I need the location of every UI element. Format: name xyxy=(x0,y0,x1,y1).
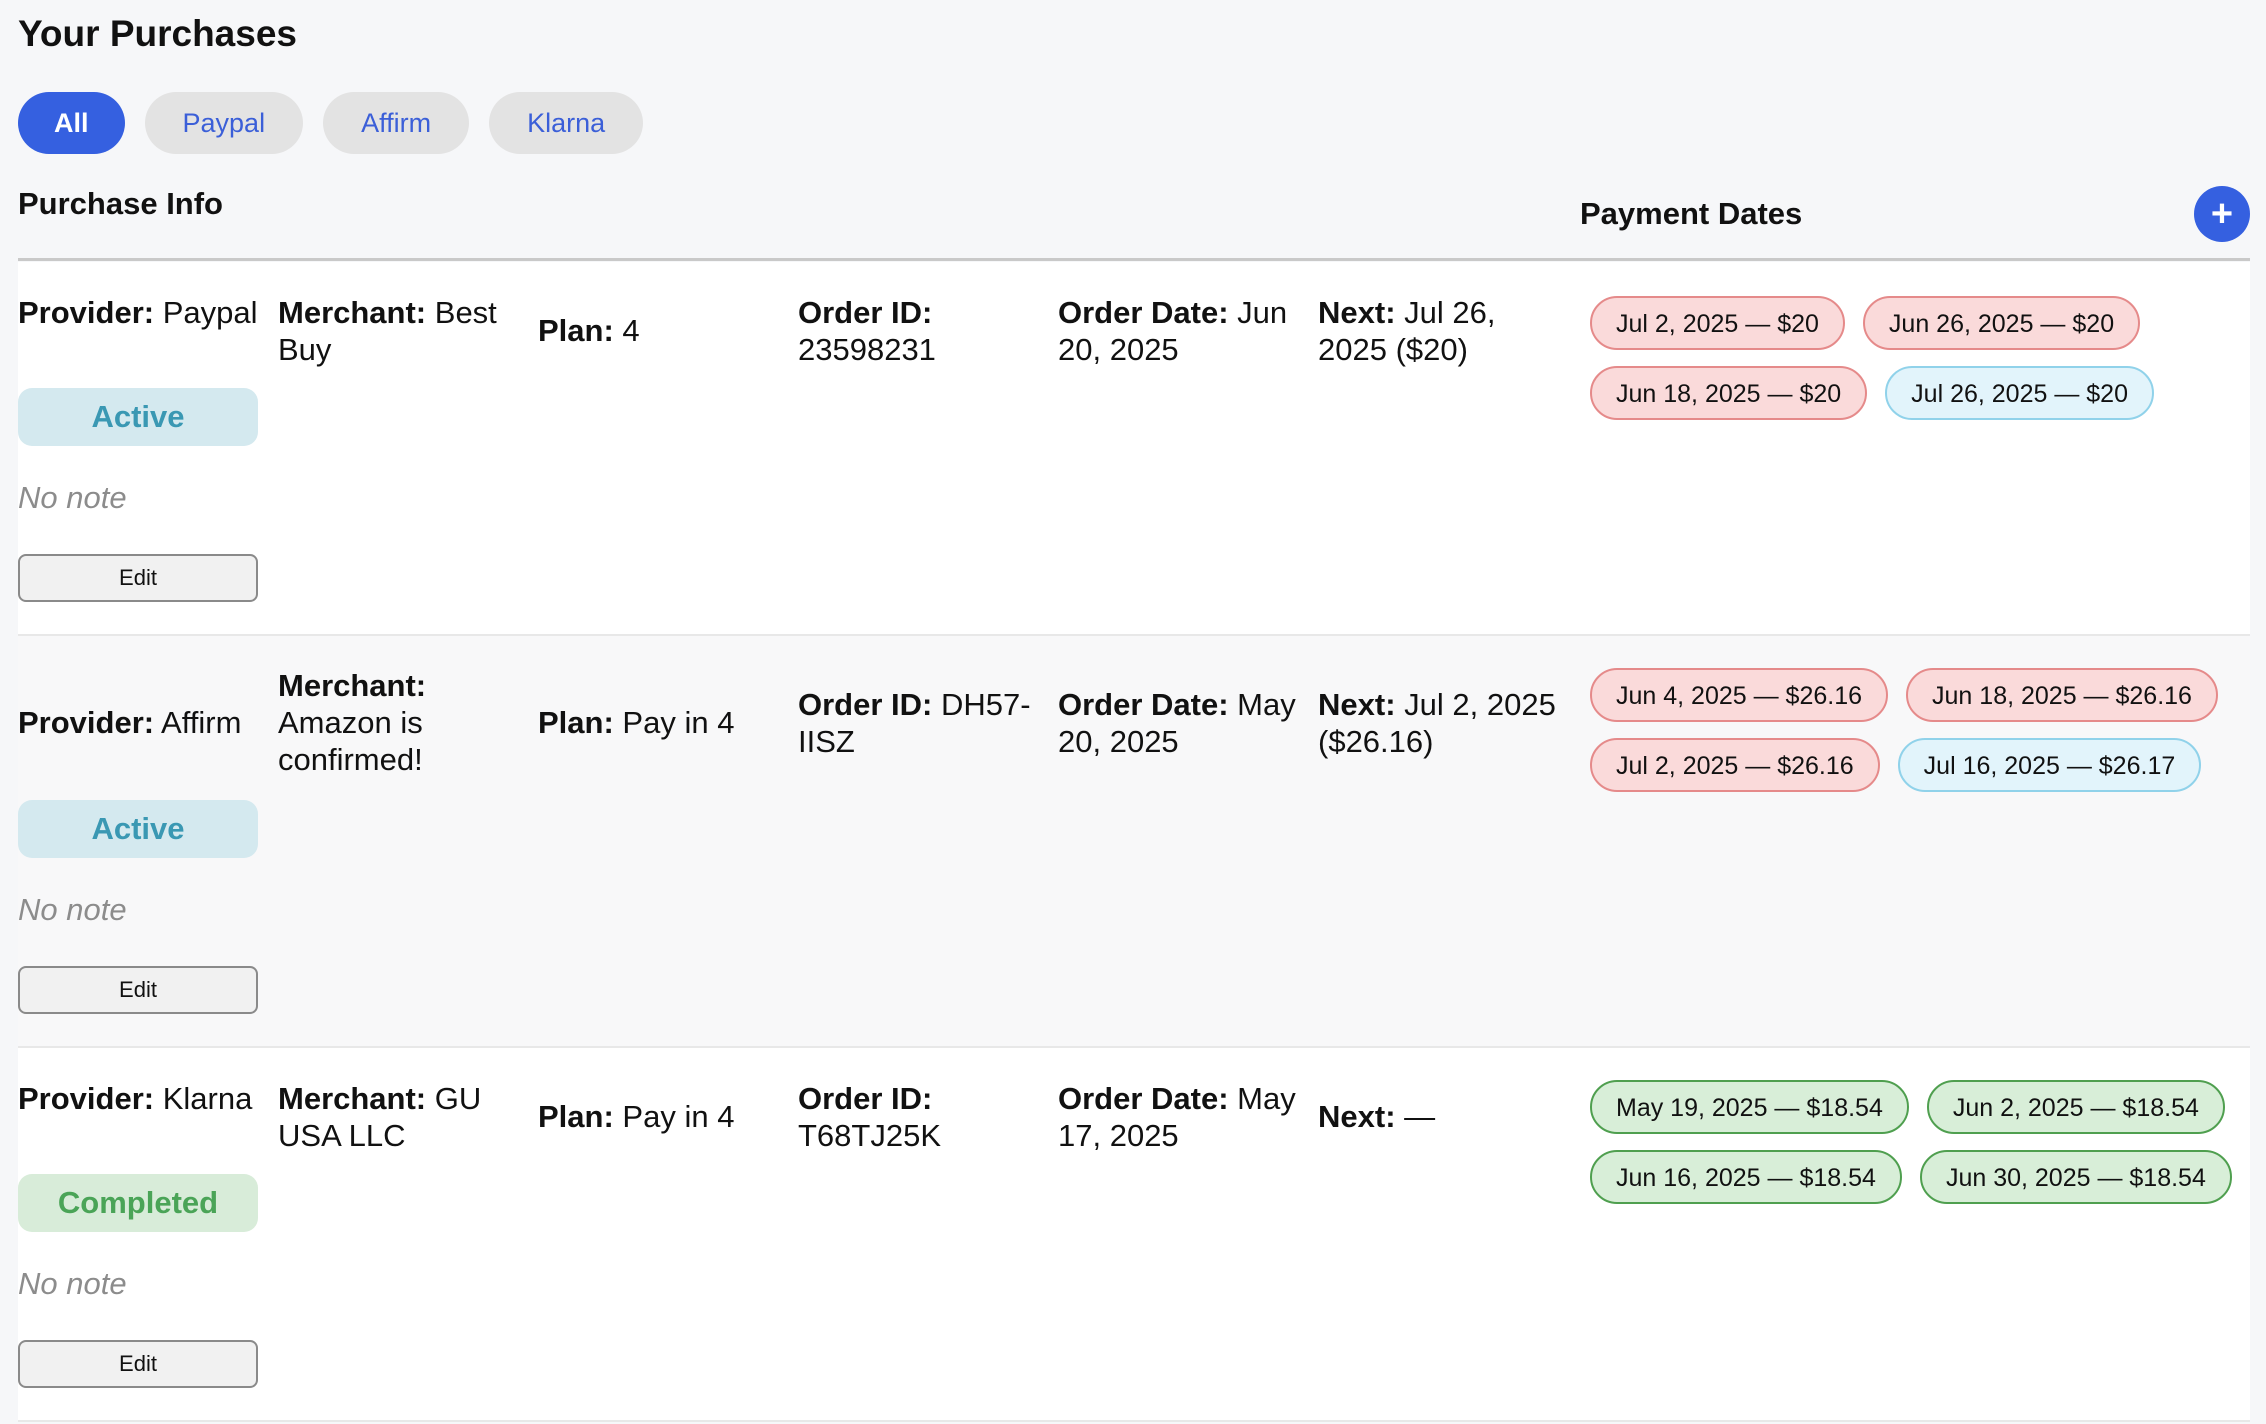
payment-date-chip: Jul 2, 2025 — $20 xyxy=(1590,296,1845,350)
filter-affirm-button[interactable]: Affirm xyxy=(323,92,470,154)
payment-date-chip: Jun 18, 2025 — $26.16 xyxy=(1906,668,2218,722)
payment-date-chip: Jul 16, 2025 — $26.17 xyxy=(1897,738,2202,792)
merchant-cell: Merchant: Amazon is confirmed! xyxy=(278,667,528,778)
next-label: Next: xyxy=(1318,687,1396,722)
edit-purchase-button[interactable]: Edit xyxy=(18,554,258,602)
payment-dates-list: Jun 4, 2025 — $26.16 Jun 18, 2025 — $26.… xyxy=(1590,668,2250,792)
order-id-label: Order ID: xyxy=(798,295,933,330)
plan-label: Plan: xyxy=(538,313,614,348)
add-purchase-button[interactable]: + xyxy=(2194,186,2250,242)
merchant-cell: Merchant: GU USA LLC xyxy=(278,1080,528,1154)
purchase-note: No note xyxy=(18,892,127,927)
page-title: Your Purchases xyxy=(18,13,297,54)
order-date-cell: Order Date: Jun 20, 2025 xyxy=(1058,294,1308,368)
status-badge: Active xyxy=(18,800,258,858)
payment-dates-heading: Payment Dates xyxy=(1580,196,1803,231)
provider-filter-bar: All Paypal Affirm Klarna xyxy=(18,92,644,154)
payment-dates-list: Jul 2, 2025 — $20 Jun 26, 2025 — $20 Jun… xyxy=(1590,296,2250,420)
next-payment-cell: Next: Jul 2, 2025 ($26.16) xyxy=(1318,686,1558,760)
order-date-cell: Order Date: May 17, 2025 xyxy=(1058,1080,1308,1154)
purchase-row: Provider: Affirm Merchant: Amazon is con… xyxy=(18,636,2250,1048)
payment-date-chip: Jun 26, 2025 — $20 xyxy=(1862,296,2141,350)
payment-date-chip: Jul 2, 2025 — $26.16 xyxy=(1590,738,1880,792)
next-label: Next: xyxy=(1318,1099,1396,1134)
payment-dates-list: May 19, 2025 — $18.54 Jun 2, 2025 — $18.… xyxy=(1590,1080,2250,1204)
next-label: Next: xyxy=(1318,295,1396,330)
purchases-page: Your Purchases All Paypal Affirm Klarna … xyxy=(0,0,2266,1424)
plan-label: Plan: xyxy=(538,1099,614,1134)
provider-label: Provider: xyxy=(18,1081,155,1116)
order-date-label: Order Date: xyxy=(1058,1081,1229,1116)
purchase-note: No note xyxy=(18,480,127,515)
next-value: — xyxy=(1404,1099,1436,1134)
order-date-label: Order Date: xyxy=(1058,295,1229,330)
plan-value: Pay in 4 xyxy=(622,1099,735,1134)
order-id-value: T68TJ25K xyxy=(798,1118,942,1153)
payment-date-chip: Jun 4, 2025 — $26.16 xyxy=(1590,668,1889,722)
provider-label: Provider: xyxy=(18,295,155,330)
filter-klarna-button[interactable]: Klarna xyxy=(489,92,644,154)
order-id-value: 23598231 xyxy=(798,332,936,367)
filter-paypal-button[interactable]: Paypal xyxy=(144,92,304,154)
plan-cell: Plan: Pay in 4 xyxy=(538,704,788,741)
edit-purchase-button[interactable]: Edit xyxy=(18,966,258,1014)
provider-label: Provider: xyxy=(18,705,155,740)
order-id-cell: Order ID: 23598231 xyxy=(798,294,1048,368)
merchant-cell: Merchant: Best Buy xyxy=(278,294,528,368)
filter-all-button[interactable]: All xyxy=(18,92,125,154)
status-badge: Active xyxy=(18,388,258,446)
next-payment-cell: Next: Jul 26, 2025 ($20) xyxy=(1318,294,1558,368)
order-id-label: Order ID: xyxy=(798,687,933,722)
provider-value: Paypal xyxy=(162,295,258,330)
plus-icon: + xyxy=(2210,193,2234,235)
provider-value: Klarna xyxy=(162,1081,253,1116)
edit-purchase-button[interactable]: Edit xyxy=(18,1340,258,1388)
purchase-note: No note xyxy=(18,1266,127,1301)
provider-cell: Provider: Klarna xyxy=(18,1080,268,1117)
payment-date-chip: Jun 16, 2025 — $18.54 xyxy=(1590,1150,1902,1204)
payment-date-chip: Jun 2, 2025 — $18.54 xyxy=(1926,1080,2225,1134)
plan-cell: Plan: 4 xyxy=(538,312,788,349)
provider-cell: Provider: Paypal xyxy=(18,294,268,331)
status-badge: Completed xyxy=(18,1174,258,1232)
next-payment-cell: Next: — xyxy=(1318,1098,1558,1135)
merchant-value: Amazon is confirmed! xyxy=(278,705,423,777)
provider-value: Affirm xyxy=(161,705,242,740)
order-id-label: Order ID: xyxy=(798,1081,933,1116)
plan-label: Plan: xyxy=(538,705,614,740)
plan-value: 4 xyxy=(622,313,640,348)
purchase-row: Provider: Klarna Merchant: GU USA LLC Pl… xyxy=(18,1048,2250,1422)
order-id-cell: Order ID: T68TJ25K xyxy=(798,1080,1048,1154)
payment-date-chip: Jun 18, 2025 — $20 xyxy=(1590,366,1868,420)
payment-date-chip: May 19, 2025 — $18.54 xyxy=(1590,1080,1909,1134)
provider-cell: Provider: Affirm xyxy=(18,704,268,741)
merchant-label: Merchant: xyxy=(278,668,427,703)
payment-date-chip: Jun 30, 2025 — $18.54 xyxy=(1919,1150,2232,1204)
header-divider xyxy=(18,258,2250,261)
merchant-label: Merchant: xyxy=(278,295,427,330)
merchant-label: Merchant: xyxy=(278,1081,427,1116)
order-date-label: Order Date: xyxy=(1058,687,1229,722)
payment-date-chip: Jul 26, 2025 — $20 xyxy=(1885,366,2154,420)
order-id-cell: Order ID: DH57-IISZ xyxy=(798,686,1048,760)
plan-cell: Plan: Pay in 4 xyxy=(538,1098,788,1135)
plan-value: Pay in 4 xyxy=(622,705,735,740)
purchase-row: Provider: Paypal Merchant: Best Buy Plan… xyxy=(18,262,2250,636)
purchase-info-heading: Purchase Info xyxy=(18,186,223,221)
order-date-cell: Order Date: May 20, 2025 xyxy=(1058,686,1308,760)
